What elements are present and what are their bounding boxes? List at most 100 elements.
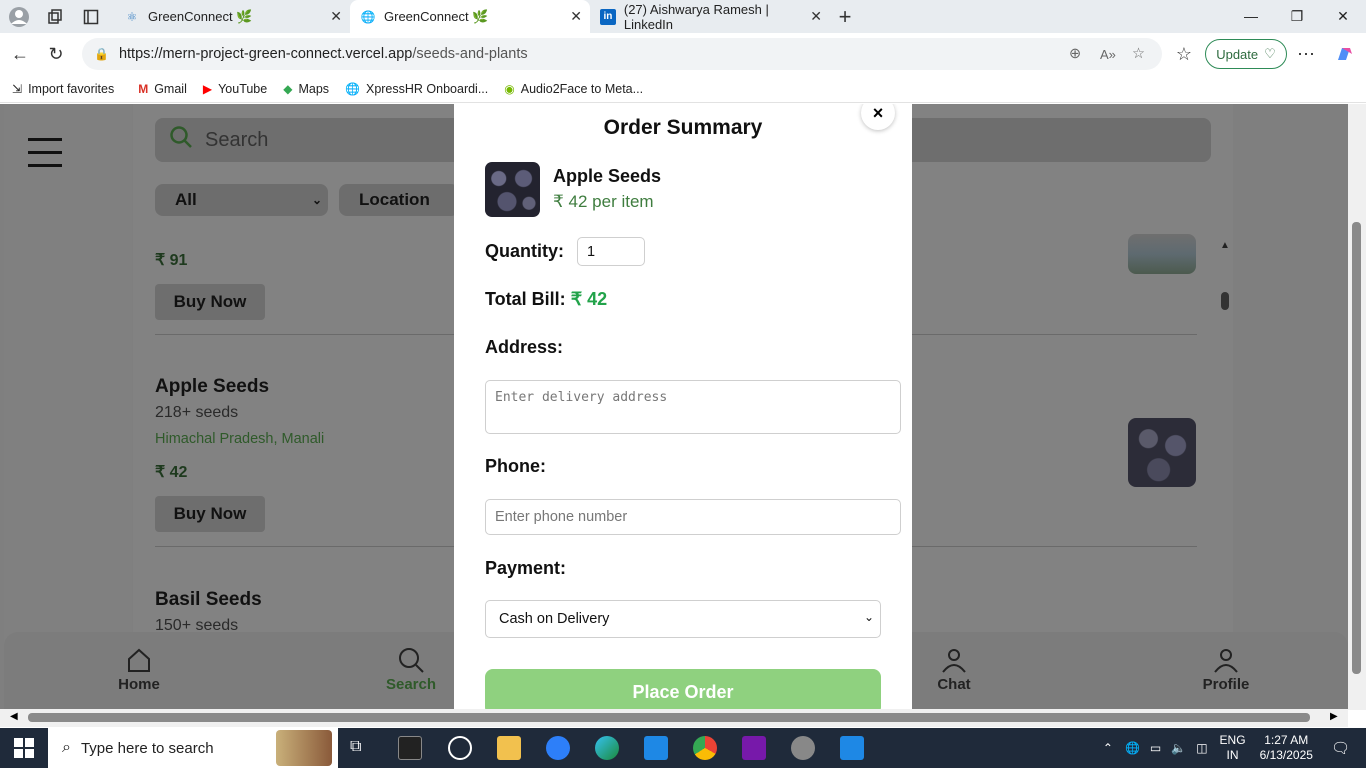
tab-title: (27) Aishwarya Ramesh | LinkedIn <box>623 1 769 32</box>
close-window-icon[interactable]: ✕ <box>1320 0 1366 32</box>
payment-select[interactable]: Cash on Delivery ⌄ <box>485 600 881 638</box>
minimize-icon[interactable]: — <box>1228 0 1274 32</box>
nav-search-label: Search <box>385 676 437 693</box>
workspaces-icon[interactable] <box>40 2 70 32</box>
item-count: 218+ seeds <box>155 404 239 421</box>
battery-icon[interactable]: ▭ <box>1150 741 1161 755</box>
address-label: Address: <box>485 337 564 357</box>
h-scroll-thumb[interactable] <box>28 713 1310 722</box>
file-explorer-icon[interactable] <box>497 736 521 760</box>
read-aloud-icon[interactable]: A» <box>1100 47 1116 62</box>
landscape-thumbnail <box>1128 234 1196 274</box>
new-tab-icon[interactable]: + <box>830 2 860 32</box>
terminal-icon[interactable] <box>398 736 422 760</box>
vscode-icon[interactable] <box>644 736 668 760</box>
close-tab-icon[interactable]: ✕ <box>570 8 582 25</box>
chrome-icon[interactable] <box>693 736 717 760</box>
back-icon[interactable]: ← <box>2 36 38 72</box>
nav-profile[interactable]: Profile <box>1181 644 1271 693</box>
favorites-icon[interactable]: ☆ <box>1166 36 1202 72</box>
buy-now-button[interactable]: Buy Now <box>155 284 265 320</box>
clock-app-icon[interactable] <box>448 736 472 760</box>
scroll-left-icon[interactable]: ◀ <box>10 711 18 722</box>
scroll-thumb[interactable] <box>1352 222 1361 674</box>
item-name: Basil Seeds <box>155 589 262 610</box>
nav-profile-label: Profile <box>1202 676 1250 693</box>
refresh-icon[interactable]: ↻ <box>38 36 74 72</box>
nav-search[interactable]: Search <box>366 644 456 693</box>
clock[interactable]: 1:27 AM 6/13/2025 <box>1260 733 1313 763</box>
phone-input[interactable]: Enter phone number <box>485 499 901 535</box>
phone-label: Phone: <box>485 456 546 476</box>
address-bar-row: ← ↻ 🔒 https://mern-project-green-connect… <box>0 33 1366 75</box>
globe-icon: 🌐 <box>345 81 360 96</box>
tab-greenconnect-1[interactable]: ⚛ GreenConnect 🌿 ✕ <box>114 0 350 33</box>
favorite-star-icon[interactable]: ☆ <box>1132 46 1145 62</box>
nvidia-icon: ◉ <box>504 81 515 96</box>
app-icon[interactable] <box>546 736 570 760</box>
taskbar-search[interactable]: ⌕ Type here to search <box>48 728 338 768</box>
notifications-icon[interactable]: 🗨 <box>1331 739 1350 757</box>
phone-placeholder: Enter phone number <box>495 509 628 525</box>
item-name: Apple Seeds <box>155 376 270 397</box>
zoom-icon[interactable]: ⊕ <box>1069 46 1081 62</box>
location-filter[interactable]: Location <box>339 184 459 216</box>
product-image <box>485 162 540 217</box>
gmail-icon: M <box>138 81 149 96</box>
search-placeholder: Search <box>205 128 269 151</box>
update-button[interactable]: Update ♡ <box>1205 39 1287 69</box>
close-tab-icon[interactable]: ✕ <box>810 8 822 25</box>
scroll-up-icon[interactable]: ▲ <box>1220 240 1230 251</box>
category-filter[interactable]: All ⌄ <box>155 184 328 216</box>
network-icon[interactable]: 🌐 <box>1125 741 1140 755</box>
profile-avatar-icon[interactable] <box>4 2 34 32</box>
bookmark-audio2face[interactable]: ◉ Audio2Face to Meta... <box>504 82 643 96</box>
react-icon: ⚛ <box>126 9 138 24</box>
tab-linkedin[interactable]: in (27) Aishwarya Ramesh | LinkedIn ✕ <box>590 0 830 33</box>
page-horizontal-scrollbar[interactable]: ◀ ▶ <box>0 709 1348 727</box>
scroll-right-icon[interactable]: ▶ <box>1330 711 1338 722</box>
chevron-up-icon[interactable]: ⌃ <box>1103 741 1113 755</box>
volume-icon[interactable]: 🔈 <box>1171 741 1186 755</box>
quantity-label: Quantity: <box>485 241 564 261</box>
copilot-icon[interactable] <box>1326 36 1362 72</box>
bookmark-xpresshr[interactable]: 🌐 XpressHR Onboardi... <box>345 82 488 96</box>
address-placeholder: Enter delivery address <box>495 390 668 405</box>
total-bill: Total Bill: ₹ 42 <box>485 289 607 310</box>
tab-greenconnect-2[interactable]: 🌐 GreenConnect 🌿 ✕ <box>350 0 590 33</box>
task-view-icon[interactable]: ⧉ <box>350 738 361 756</box>
onenote-icon[interactable] <box>742 736 766 760</box>
settings-icon[interactable] <box>791 736 815 760</box>
clock-date: 6/13/2025 <box>1259 748 1313 762</box>
restore-icon[interactable]: ❐ <box>1274 0 1320 32</box>
right-gutter: ▲ <box>1220 104 1348 710</box>
product-unit-price: ₹ 42 per item <box>553 192 654 211</box>
edge-browser-icon[interactable] <box>595 736 619 760</box>
windows-start-icon[interactable] <box>14 738 34 758</box>
bookmark-import-favorites[interactable]: ⇲ Import favorites <box>12 82 114 96</box>
close-tab-icon[interactable]: ✕ <box>330 8 342 25</box>
meet-icon[interactable]: ◫ <box>1196 741 1207 755</box>
buy-now-button[interactable]: Buy Now <box>155 496 265 532</box>
url-field[interactable]: 🔒 https://mern-project-green-connect.ver… <box>82 38 1162 70</box>
location-filter-value: Location <box>359 190 430 209</box>
nav-home[interactable]: Home <box>94 644 184 693</box>
close-icon: × <box>872 104 884 123</box>
bookmark-youtube[interactable]: ▶ YouTube <box>203 82 267 96</box>
quantity-input[interactable]: 1 <box>577 237 645 266</box>
inner-scroll-thumb[interactable] <box>1221 292 1229 310</box>
nav-chat[interactable]: Chat <box>909 644 999 693</box>
tab-actions-icon[interactable] <box>76 2 106 32</box>
page-vertical-scrollbar[interactable] <box>1348 104 1366 710</box>
place-order-button[interactable]: Place Order <box>485 669 881 709</box>
remote-app-icon[interactable] <box>840 736 864 760</box>
language-indicator[interactable]: ENG IN <box>1220 733 1246 763</box>
address-textarea[interactable]: Enter delivery address <box>485 380 901 434</box>
hamburger-menu-icon[interactable] <box>28 138 62 177</box>
item-price: ₹ 91 <box>155 252 188 269</box>
more-menu-icon[interactable]: ⋯ <box>1288 36 1324 72</box>
home-icon <box>94 644 184 676</box>
item-location: Himachal Pradesh, Manali <box>155 431 325 447</box>
bookmark-gmail[interactable]: M Gmail <box>138 82 187 96</box>
bookmark-maps[interactable]: ◆ Maps <box>283 82 329 96</box>
